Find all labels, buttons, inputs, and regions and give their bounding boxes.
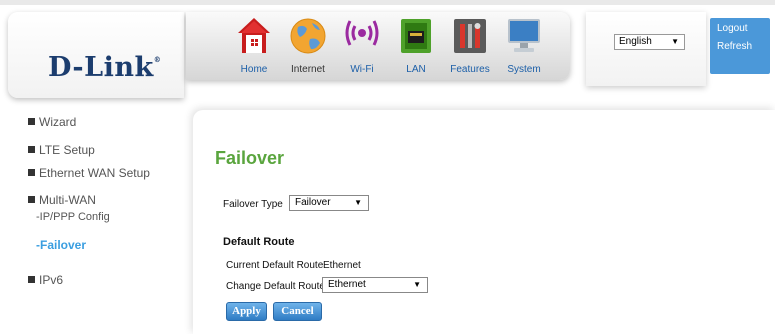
main-nav: Home Internet Wi-Fi LAN Features System xyxy=(186,12,570,80)
dropdown-arrow-icon: ▼ xyxy=(354,198,362,207)
dlink-logo[interactable]: D-Link® xyxy=(48,52,161,83)
nav-features[interactable]: Features xyxy=(444,15,496,77)
wifi-icon xyxy=(345,20,379,46)
change-default-route-select[interactable]: Ethernet ▼ xyxy=(322,277,428,293)
bullet-icon xyxy=(28,169,35,176)
failover-type-label: Failover Type xyxy=(223,199,283,210)
sidebar-item-wizard[interactable]: Wizard xyxy=(28,115,76,129)
bullet-icon xyxy=(28,146,35,153)
default-route-heading: Default Route xyxy=(223,236,295,248)
home-icon xyxy=(238,18,270,53)
nav-system[interactable]: System xyxy=(498,15,550,77)
sidebar-subitem-failover[interactable]: -Failover xyxy=(36,238,86,252)
logout-link[interactable]: Logout xyxy=(717,23,748,34)
nav-features-label: Features xyxy=(450,64,490,75)
nav-lan[interactable]: LAN xyxy=(390,15,442,77)
change-default-route-value: Ethernet xyxy=(328,279,366,290)
failover-type-select[interactable]: Failover ▼ xyxy=(289,195,369,211)
bullet-icon xyxy=(28,118,35,125)
sidebar-item-ipv6[interactable]: IPv6 xyxy=(28,273,63,287)
monitor-icon xyxy=(508,19,540,52)
nav-wifi-label: Wi-Fi xyxy=(350,64,374,75)
globe-icon xyxy=(290,18,326,54)
sidebar-item-lte-setup[interactable]: LTE Setup xyxy=(28,143,95,157)
page-title: Failover xyxy=(215,148,285,168)
change-default-route-label: Change Default Route xyxy=(226,281,325,292)
apply-button[interactable]: Apply xyxy=(226,302,267,321)
nav-lan-label: LAN xyxy=(406,64,426,75)
nav-internet-label: Internet xyxy=(291,64,325,75)
sidebar-item-ethernet-wan-setup[interactable]: Ethernet WAN Setup xyxy=(28,166,150,180)
sidebar-item-multi-wan[interactable]: Multi-WAN xyxy=(28,193,96,207)
nav-wifi[interactable]: Wi-Fi xyxy=(336,15,388,77)
bullet-icon xyxy=(28,276,35,283)
bullet-icon xyxy=(28,196,35,203)
language-select[interactable]: English ▼ xyxy=(614,34,685,50)
dropdown-arrow-icon: ▼ xyxy=(413,280,421,289)
nav-home-label: Home xyxy=(240,64,268,75)
content-panel xyxy=(193,110,775,334)
nav-home[interactable]: Home xyxy=(228,15,280,77)
language-value: English xyxy=(619,36,652,47)
dropdown-arrow-icon: ▼ xyxy=(671,37,679,46)
account-box: Logout Refresh xyxy=(710,18,770,74)
lan-port-icon xyxy=(401,19,431,53)
cancel-button[interactable]: Cancel xyxy=(273,302,322,321)
language-panel: English ▼ xyxy=(586,12,706,86)
current-default-route-label: Current Default Route xyxy=(226,260,324,271)
refresh-link[interactable]: Refresh xyxy=(717,41,752,52)
nav-internet[interactable]: Internet xyxy=(282,15,334,77)
top-border xyxy=(0,0,775,5)
tools-icon xyxy=(454,19,486,53)
sidebar-subitem-ip-ppp-config[interactable]: -IP/PPP Config xyxy=(36,211,110,223)
current-default-route-value: Ethernet xyxy=(323,260,361,271)
nav-system-label: System xyxy=(507,64,541,75)
logo-panel: D-Link® xyxy=(8,12,184,98)
failover-type-value: Failover xyxy=(295,197,331,208)
